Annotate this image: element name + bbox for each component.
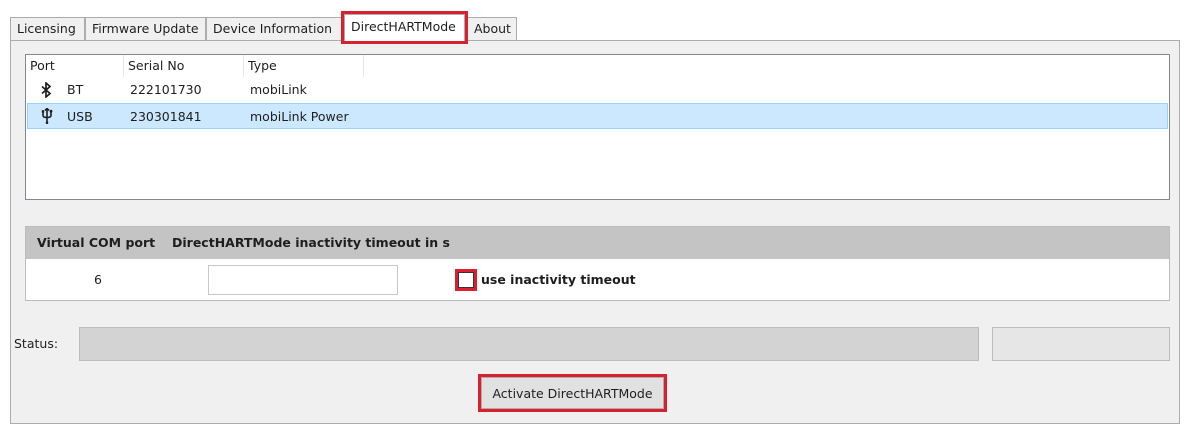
device-serial: 230301841 bbox=[130, 109, 202, 124]
column-header-inactivity-timeout: DirectHARTMode inactivity timeout in s bbox=[172, 235, 450, 250]
tab-licensing[interactable]: Licensing bbox=[10, 17, 85, 40]
activate-directhartmode-button[interactable]: Activate DirectHARTMode bbox=[478, 374, 667, 412]
device-type: mobiLink bbox=[250, 82, 307, 97]
virtual-com-port-value: 6 bbox=[94, 272, 102, 287]
directhartmode-panel: Port Serial No Type BT 222101730 mobiLin… bbox=[10, 40, 1180, 424]
com-settings-table: Virtual COM port DirectHARTMode inactivi… bbox=[25, 226, 1170, 301]
device-serial: 222101730 bbox=[130, 82, 202, 97]
column-header-virtual-com-port: Virtual COM port bbox=[37, 235, 156, 250]
tab-label: Device Information bbox=[213, 21, 333, 36]
use-inactivity-timeout-label[interactable]: use inactivity timeout bbox=[481, 265, 636, 295]
status-field bbox=[79, 327, 979, 361]
list-header: Port Serial No Type bbox=[26, 55, 1169, 77]
tab-label: DirectHARTMode bbox=[351, 19, 456, 34]
device-row-bt[interactable]: BT 222101730 mobiLink bbox=[27, 77, 1168, 103]
com-table-header: Virtual COM port DirectHARTMode inactivi… bbox=[26, 227, 1169, 259]
device-port: BT bbox=[67, 82, 84, 97]
tab-directhartmode[interactable]: DirectHARTMode bbox=[341, 11, 468, 44]
tab-device-information[interactable]: Device Information bbox=[206, 17, 342, 40]
status-aux-field bbox=[992, 327, 1170, 361]
tab-label: About bbox=[474, 21, 511, 36]
use-inactivity-timeout-checkbox[interactable] bbox=[455, 269, 477, 291]
usb-icon bbox=[41, 108, 53, 124]
inactivity-timeout-input[interactable] bbox=[208, 265, 398, 295]
device-row-usb[interactable]: USB 230301841 mobiLink Power bbox=[27, 103, 1168, 129]
column-header-type[interactable]: Type bbox=[244, 55, 364, 77]
device-type: mobiLink Power bbox=[250, 109, 349, 124]
bluetooth-icon bbox=[41, 82, 52, 98]
tab-firmware-update[interactable]: Firmware Update bbox=[85, 17, 206, 40]
tab-about[interactable]: About bbox=[467, 17, 517, 40]
status-label: Status: bbox=[14, 336, 59, 351]
column-header-serial-no[interactable]: Serial No bbox=[124, 55, 244, 77]
device-port: USB bbox=[67, 109, 93, 124]
device-list: Port Serial No Type BT 222101730 mobiLin… bbox=[25, 54, 1170, 200]
column-header-port[interactable]: Port bbox=[26, 55, 124, 77]
tab-label: Licensing bbox=[17, 21, 76, 36]
tab-label: Firmware Update bbox=[92, 21, 199, 36]
